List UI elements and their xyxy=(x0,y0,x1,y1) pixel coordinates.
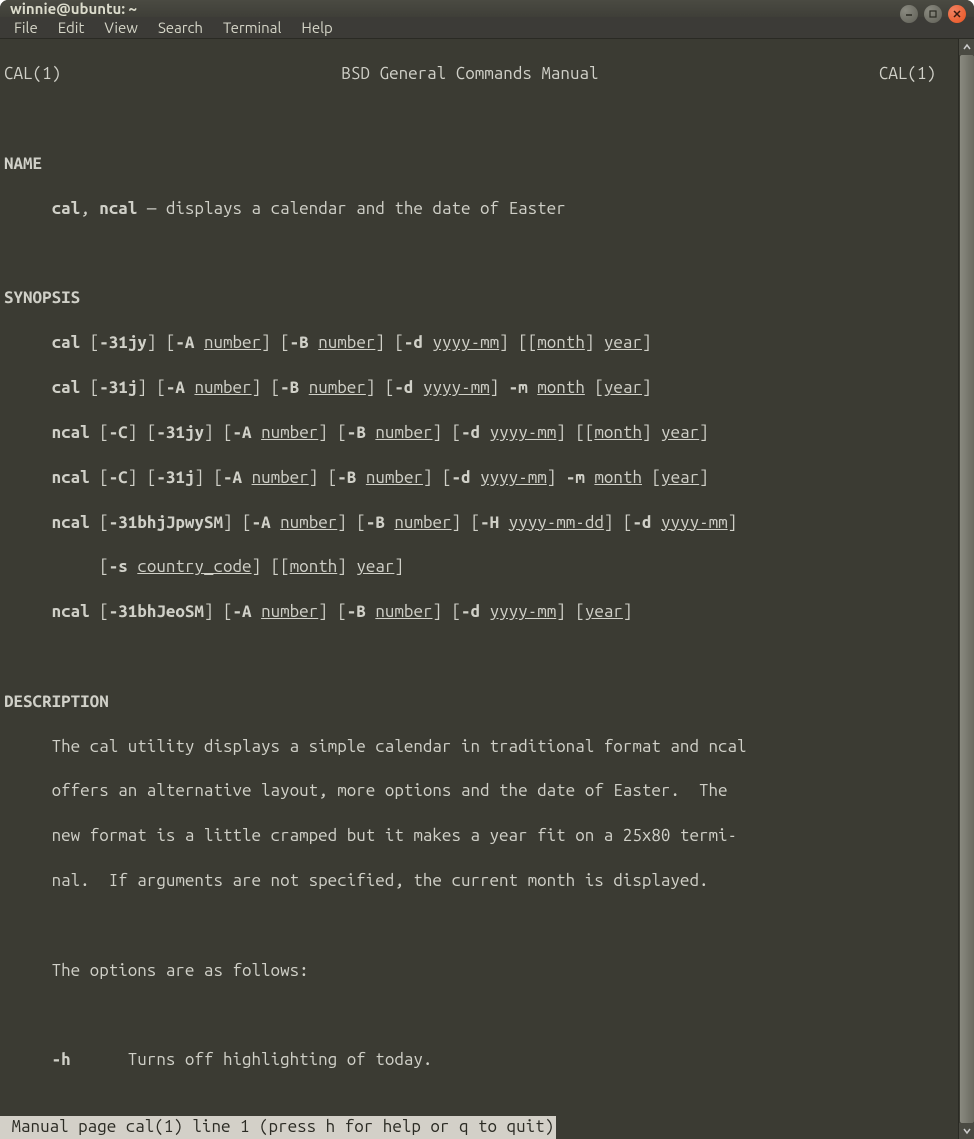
menubar: File Edit View Search Terminal Help xyxy=(0,17,974,39)
menu-file[interactable]: File xyxy=(6,17,46,38)
synopsis-line-1: cal [-31jy] [-A number] [-B number] [-d … xyxy=(4,332,954,354)
menu-search[interactable]: Search xyxy=(150,17,211,38)
window-controls xyxy=(900,5,966,23)
man-header: CAL(1)BSD General Commands ManualCAL(1) xyxy=(4,63,954,85)
window-title: winnie@ubuntu: ~ xyxy=(10,0,137,17)
terminal-window: winnie@ubuntu: ~ File Edit View Search T… xyxy=(0,0,974,647)
blank-line xyxy=(4,1004,954,1026)
terminal-output[interactable]: CAL(1)BSD General Commands ManualCAL(1) … xyxy=(0,39,958,1139)
synopsis-line-6: ncal [-31bhJeoSM] [-A number] [-B number… xyxy=(4,601,954,623)
chevron-up-icon xyxy=(962,42,972,52)
man-header-left: CAL(1) xyxy=(4,63,61,85)
section-synopsis: SYNOPSIS xyxy=(4,287,954,309)
description-line: offers an alternative layout, more optio… xyxy=(4,780,954,802)
scrollbar[interactable] xyxy=(958,39,974,1139)
synopsis-line-4: ncal [-C] [-31j] [-A number] [-B number]… xyxy=(4,467,954,489)
description-line: The cal utility displays a simple calend… xyxy=(4,736,954,758)
chevron-down-icon xyxy=(962,1126,972,1136)
minimize-icon xyxy=(904,9,914,19)
name-line: cal, ncal — displays a calendar and the … xyxy=(4,198,954,220)
pager-status: Manual page cal(1) line 1 (press h for h… xyxy=(0,1116,556,1138)
maximize-icon xyxy=(928,9,938,19)
terminal-container: CAL(1)BSD General Commands ManualCAL(1) … xyxy=(0,39,974,1139)
scroll-thumb[interactable] xyxy=(960,55,974,1123)
synopsis-line-5: ncal [-31bhjJpwySM] [-A number] [-B numb… xyxy=(4,512,954,534)
menu-edit[interactable]: Edit xyxy=(50,17,93,38)
menu-view[interactable]: View xyxy=(96,17,146,38)
synopsis-line-3: ncal [-C] [-31jy] [-A number] [-B number… xyxy=(4,422,954,444)
blank-line xyxy=(4,915,954,937)
synopsis-line-5b: [-s country_code] [[month] year] xyxy=(4,556,954,578)
scroll-up-button[interactable] xyxy=(959,39,974,55)
man-header-center: BSD General Commands Manual xyxy=(61,63,879,85)
titlebar[interactable]: winnie@ubuntu: ~ xyxy=(0,0,974,17)
description-line: nal. If arguments are not specified, the… xyxy=(4,870,954,892)
man-header-right: CAL(1) xyxy=(879,63,954,85)
close-button[interactable] xyxy=(948,5,966,23)
menu-terminal[interactable]: Terminal xyxy=(215,17,289,38)
description-line: new format is a little cramped but it ma… xyxy=(4,825,954,847)
section-description: DESCRIPTION xyxy=(4,691,954,713)
blank-line xyxy=(4,646,954,668)
option-line: -h Turns off highlighting of today. xyxy=(4,1049,954,1071)
synopsis-line-2: cal [-31j] [-A number] [-B number] [-d y… xyxy=(4,377,954,399)
blank-line xyxy=(4,243,954,265)
blank-line xyxy=(4,108,954,130)
description-line: The options are as follows: xyxy=(4,960,954,982)
minimize-button[interactable] xyxy=(900,5,918,23)
scroll-down-button[interactable] xyxy=(959,1123,974,1139)
menu-help[interactable]: Help xyxy=(293,17,340,38)
maximize-button[interactable] xyxy=(924,5,942,23)
close-icon xyxy=(952,9,962,19)
section-name: NAME xyxy=(4,153,954,175)
